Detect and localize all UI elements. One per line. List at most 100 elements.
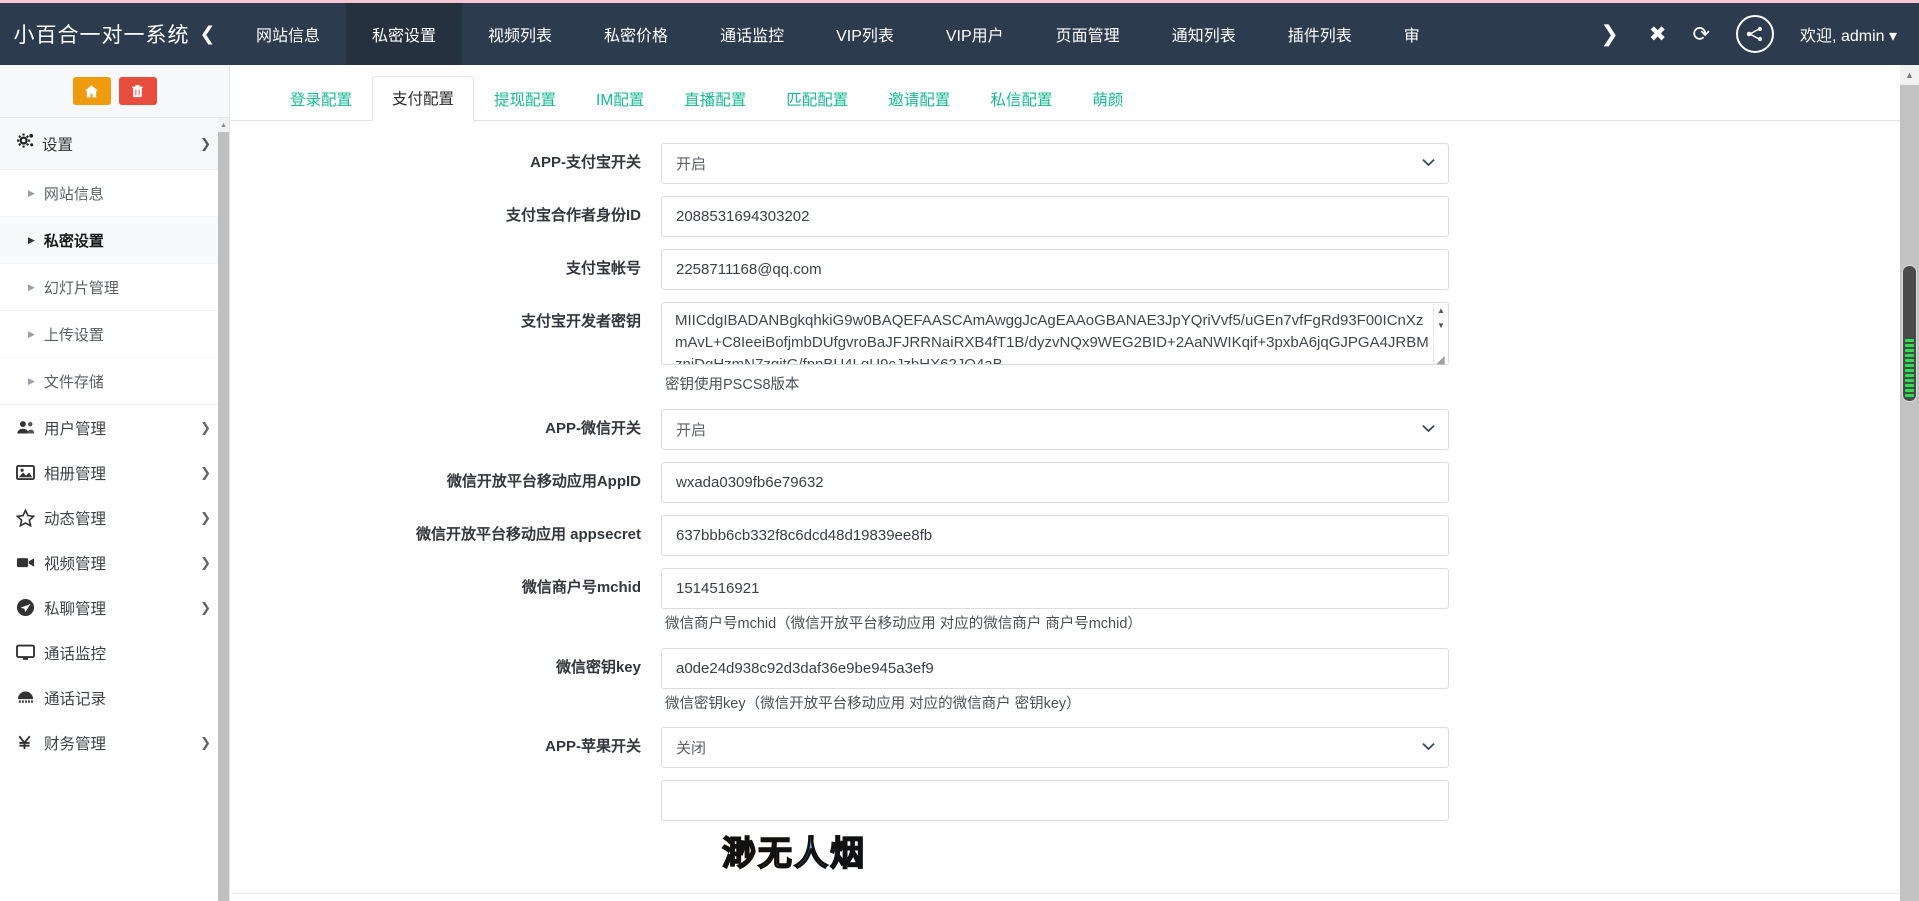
refresh-icon[interactable]: ⟳ [1692,24,1710,45]
sidebar: 设置❯▶网站信息▶私密设置▶幻灯片管理▶上传设置▶文件存储用户管理❯相册管理❯动… [0,65,230,901]
control-wechat-mchid: 微信商户号mchid（微信开放平台移动应用 对应的微信商户 商户号mchid） [661,568,1449,636]
triangle-right-icon: ▶ [28,282,35,293]
hint-wechat-key: 微信密钥key（微信开放平台移动应用 对应的微信商户 密钥key） [661,689,1449,716]
label-partial-next [231,780,661,789]
hint-wechat-mchid: 微信商户号mchid（微信开放平台移动应用 对应的微信商户 商户号mchid） [661,609,1449,636]
form-row-wechat-appid: 微信开放平台移动应用AppID [231,462,1900,503]
control-wechat-appsecret [661,515,1449,556]
nav-tab-4[interactable]: 通话监控 [694,3,810,65]
nav-tab-9[interactable]: 插件列表 [1262,3,1378,65]
chevron-right-icon: ❯ [200,510,211,526]
form-row-alipay-account: 支付宝帐号 [231,249,1900,290]
sidebar-subitem-label: 私密设置 [44,230,104,251]
config-tab-5[interactable]: 匹配配置 [766,77,868,121]
menu-icon [16,644,44,661]
sidebar-item-7[interactable]: 财务管理❯ [0,720,229,765]
form-row-alipay-key: 支付宝开发者密钥 MIICdgIBADANBgkqhkiG9w0BAQEFAAS… [231,302,1900,397]
content-bottom-edge [231,893,1900,901]
sidebar-item-5[interactable]: 通话监控 [0,630,229,675]
home-icon[interactable] [73,77,111,105]
top-nav-tabs: 网站信息私密设置视频列表私密价格通话监控VIP列表VIP用户页面管理通知列表插件… [230,3,1600,65]
nav-tab-0[interactable]: 网站信息 [230,3,346,65]
input-alipay-partner[interactable] [661,196,1449,237]
brand-logo[interactable]: 小百合一对一系统 ❮ [0,3,230,65]
menu-icon [16,690,44,705]
config-tab-7[interactable]: 私信配置 [970,77,1072,121]
nav-tab-8[interactable]: 通知列表 [1146,3,1262,65]
page-scroll-up-arrow[interactable]: ▲ [1900,65,1919,85]
menu-icon [16,464,44,481]
sidebar-subitem-0[interactable]: ▶ 网站信息 [0,170,229,217]
sidebar-group-settings[interactable]: 设置❯ [0,118,229,170]
sidebar-item-0[interactable]: 用户管理❯ [0,405,229,450]
select-wechat-switch[interactable] [661,409,1449,450]
nav-tab-2[interactable]: 视频列表 [462,3,578,65]
input-wechat-mchid[interactable] [661,568,1449,609]
sidebar-item-label: 动态管理 [44,507,200,529]
sidebar-subitem-1[interactable]: ▶ 私密设置 [0,217,229,264]
config-tab-6[interactable]: 邀请配置 [868,77,970,121]
sidebar-scrollbar[interactable]: ▲ [218,118,229,901]
config-tab-1[interactable]: 支付配置 [372,76,474,121]
form-row-alipay-partner: 支付宝合作者身份ID [231,196,1900,237]
input-wechat-appid[interactable] [661,462,1449,503]
sidebar-item-4[interactable]: 私聊管理❯ [0,585,229,630]
scroll-down-icon[interactable]: ▼ [1434,318,1449,333]
chevron-right-icon: ❯ [200,136,211,152]
resize-grip-icon[interactable]: ◢ [1433,354,1448,369]
scroll-up-icon[interactable]: ▲ [1434,303,1449,318]
label-wechat-appsecret: 微信开放平台移动应用 appsecret [231,515,661,546]
nav-tab-6[interactable]: VIP用户 [920,3,1030,65]
config-tab-8[interactable]: 萌颜 [1072,77,1143,121]
input-alipay-account[interactable] [661,249,1449,290]
form-row-apple-switch: APP-苹果开关 [231,727,1900,768]
triangle-right-icon: ▶ [28,188,35,199]
input-wechat-appsecret[interactable] [661,515,1449,556]
nav-tab-5[interactable]: VIP列表 [810,3,920,65]
sidebar-group-label: 设置 [42,133,200,155]
sidebar-item-6[interactable]: 通话记录 [0,675,229,720]
label-wechat-switch: APP-微信开关 [231,409,661,440]
close-icon[interactable]: ✖ [1649,24,1667,45]
menu-icon [16,509,44,527]
form-row-wechat-switch: APP-微信开关 [231,409,1900,450]
input-partial-next[interactable] [661,780,1449,821]
sidebar-item-2[interactable]: 动态管理❯ [0,495,229,540]
page-scrollbar[interactable]: ▲ [1900,65,1919,901]
triangle-right-icon: ▶ [28,235,35,246]
config-tab-0[interactable]: 登录配置 [270,77,372,121]
sidebar-scroll-up-arrow[interactable]: ▲ [218,118,229,132]
sidebar-collapse-icon[interactable]: ❮ [200,23,217,46]
config-tab-4[interactable]: 直播配置 [664,77,766,121]
sidebar-subitem-4[interactable]: ▶文件存储 [0,358,229,405]
config-tab-2[interactable]: 提现配置 [474,77,576,121]
sidebar-subitem-3[interactable]: ▶上传设置 [0,311,229,358]
menu-icon [16,734,44,751]
input-wechat-key[interactable] [661,648,1449,689]
textarea-wrapper-alipay-key: MIICdgIBADANBgkqhkiG9w0BAQEFAASCAmAwggJc… [661,302,1449,370]
config-tab-3[interactable]: IM配置 [576,77,664,121]
menu-icon [16,419,44,436]
nav-tab-1[interactable]: 私密设置 [346,3,462,65]
nav-tab-10[interactable]: 审 [1378,3,1446,65]
sidebar-scroll-area: 设置❯▶网站信息▶私密设置▶幻灯片管理▶上传设置▶文件存储用户管理❯相册管理❯动… [0,118,229,901]
form-row-wechat-appsecret: 微信开放平台移动应用 appsecret [231,515,1900,556]
trash-icon[interactable] [119,77,157,105]
form-row-partial-next [231,780,1900,821]
sidebar-item-3[interactable]: 视频管理❯ [0,540,229,585]
hint-alipay-key: 密钥使用PSCS8版本 [661,370,1449,397]
sidebar-subitem-label: 网站信息 [44,183,104,204]
chevron-right-icon: ❯ [200,465,211,481]
nav-tab-7[interactable]: 页面管理 [1030,3,1146,65]
nav-tab-3[interactable]: 私密价格 [578,3,694,65]
textarea-alipay-key[interactable]: MIICdgIBADANBgkqhkiG9w0BAQEFAASCAmAwggJc… [661,302,1449,365]
share-node-icon[interactable] [1736,15,1774,53]
sidebar-item-1[interactable]: 相册管理❯ [0,450,229,495]
select-alipay-switch[interactable] [661,143,1449,184]
chevron-right-icon: ❯ [200,735,211,751]
select-apple-switch[interactable] [661,727,1449,768]
sidebar-subitem-2[interactable]: ▶幻灯片管理 [0,264,229,311]
user-menu[interactable]: 欢迎, admin ▾ [1800,22,1897,46]
page-scrollbar-thumb[interactable] [1902,265,1917,402]
nav-more-icon[interactable]: ❯ [1600,3,1634,65]
